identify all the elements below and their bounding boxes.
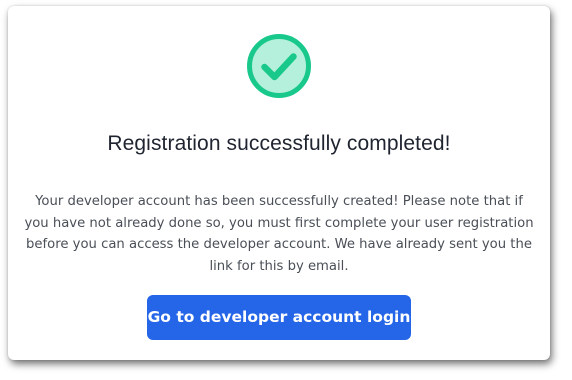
developer-login-button[interactable]: Go to developer account login xyxy=(147,295,411,340)
dialog-message: Your developer account has been successf… xyxy=(24,194,534,274)
page: Registration successfully completed! You… xyxy=(0,0,572,380)
dialog-title: Registration successfully completed! xyxy=(107,132,451,155)
success-dialog: Registration successfully completed! You… xyxy=(8,6,550,360)
check-circle-icon xyxy=(246,33,312,99)
